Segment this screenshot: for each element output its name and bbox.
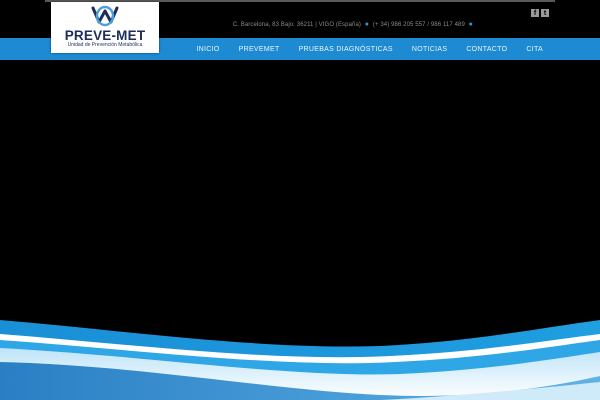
logo-mark-icon [91, 5, 119, 27]
address-text: C. Barcelona, 83 Bajo. 36211 | VIGO (Esp… [232, 22, 361, 28]
phone-text: (+ 34) 986 205 557 / 986 117 489 [372, 22, 465, 28]
nav-item-cita[interactable]: CITA [526, 46, 543, 53]
contact-info: C. Barcelona, 83 Bajo. 36211 | VIGO (Esp… [233, 21, 475, 28]
nav-item-noticias[interactable]: NOTICIAS [412, 46, 447, 53]
main-nav: INICIO PREVEMET PRUEBAS DIAGNÓSTICAS NOT… [177, 38, 543, 60]
brand-tagline: Unidad de Prevención Metabólica [67, 42, 143, 48]
brand-name: PREVE-MET [64, 28, 146, 43]
twitter-icon[interactable]: t [541, 9, 549, 17]
nav-item-pruebas-diagnosticas[interactable]: PRUEBAS DIAGNÓSTICAS [299, 46, 393, 53]
social-links: f t [531, 9, 549, 17]
facebook-icon[interactable]: f [531, 9, 539, 17]
wave-decoration [0, 320, 600, 400]
nav-item-inicio[interactable]: INICIO [196, 46, 219, 53]
site-logo[interactable]: PREVE-MET Unidad de Prevención Metabólic… [51, 2, 159, 53]
bullet-icon: ● [468, 21, 473, 28]
bullet-icon: ● [364, 21, 370, 28]
nav-item-prevemet[interactable]: PREVEMET [239, 46, 280, 53]
nav-item-contacto[interactable]: CONTACTO [466, 46, 507, 53]
